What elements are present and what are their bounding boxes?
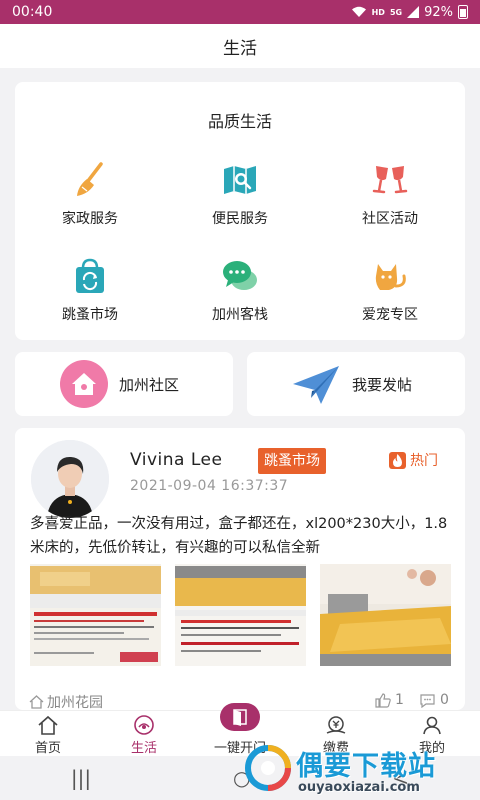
- tab-life[interactable]: 生活: [96, 711, 192, 757]
- watermark-text: 偶要下载站: [296, 751, 436, 782]
- grid-item-label: 社区活动: [362, 211, 418, 227]
- hot-label: 热门: [410, 453, 438, 469]
- tab-home[interactable]: 首页: [0, 711, 96, 757]
- grid-item-inn[interactable]: 加州客栈: [165, 256, 315, 336]
- thumbs-up-icon: [375, 692, 391, 708]
- fire-icon: [389, 451, 406, 469]
- grid-item-label: 跳蚤市场: [62, 307, 118, 323]
- new-post-button[interactable]: 我要发帖: [247, 352, 465, 416]
- hd-indicator: HD: [371, 7, 385, 17]
- wifi-icon: [351, 6, 366, 17]
- section-title: 品质生活: [207, 112, 272, 131]
- battery-percent: 92%: [424, 4, 453, 20]
- grid-item-housekeeping[interactable]: 家政服务: [15, 160, 165, 240]
- grid-item-flea-market[interactable]: 跳蚤市场: [15, 256, 165, 336]
- like-count: 1: [395, 692, 404, 708]
- wine-glasses-icon: [372, 166, 408, 194]
- house-icon: [60, 360, 108, 408]
- shopping-bag-icon: [76, 258, 104, 293]
- post-timestamp: 2021-09-04 16:37:37: [130, 478, 289, 494]
- grid-item-label: 家政服务: [62, 211, 118, 227]
- post-photo[interactable]: [320, 564, 451, 666]
- payment-icon: [326, 716, 346, 734]
- grid-item-label: 加州客栈: [212, 307, 268, 323]
- grid-item-pets[interactable]: 爱宠专区: [315, 256, 465, 336]
- battery-icon: [458, 5, 468, 19]
- status-time: 00:40: [12, 4, 53, 20]
- tab-label: 首页: [34, 741, 61, 756]
- recent-apps-icon[interactable]: |||: [71, 766, 91, 790]
- post-text: 多喜爱正品，一次没有用过，盒子都还在，xl200*230大小，1.8米床的，先低…: [30, 516, 448, 556]
- post-card[interactable]: Vivina Lee 跳蚤市场 热门 2021-09-04 16:37:37 多…: [15, 428, 465, 712]
- grid-item-label: 爱宠专区: [362, 307, 418, 323]
- comment-button[interactable]: 0: [419, 692, 449, 708]
- page-title: 生活: [223, 38, 257, 59]
- category-tag[interactable]: 跳蚤市场: [258, 448, 326, 474]
- top-nav: 生活: [0, 24, 480, 68]
- grid-item-convenience[interactable]: 便民服务: [165, 160, 315, 240]
- cat-icon: [375, 264, 406, 290]
- grid-item-community-activities[interactable]: 社区活动: [315, 160, 465, 240]
- map-icon: [224, 166, 256, 194]
- community-label: 加州社区: [119, 376, 180, 394]
- post-photo[interactable]: [175, 564, 306, 666]
- home-outline-icon: [29, 695, 44, 709]
- hot-badge: 热门: [389, 450, 438, 470]
- avatar[interactable]: [31, 440, 109, 518]
- watermark-url: ouyaoxiazai.com: [298, 780, 420, 795]
- life-icon: [134, 715, 154, 735]
- comment-icon: [420, 693, 435, 708]
- post-photo[interactable]: [30, 564, 161, 666]
- grid-item-label: 便民服务: [212, 211, 268, 227]
- watermark-logo: [245, 745, 291, 791]
- post-location: 加州花园: [29, 692, 103, 712]
- comment-count: 0: [440, 692, 449, 708]
- community-button[interactable]: 加州社区: [15, 352, 233, 416]
- door-icon: [233, 709, 247, 726]
- home-icon: [38, 715, 58, 735]
- chat-bubbles-icon: [223, 261, 257, 290]
- status-icons: HD 5G 92%: [351, 5, 468, 20]
- profile-icon: [423, 716, 441, 735]
- broom-icon: [77, 162, 103, 196]
- status-bar: 00:40 HD 5G 92%: [0, 0, 480, 24]
- open-door-button[interactable]: [220, 703, 260, 731]
- quality-life-card: 品质生活 家政服务 便民服务 社区活动 跳蚤市场 加州客栈 爱宠专区: [15, 82, 465, 340]
- paper-plane-icon: [293, 366, 339, 404]
- author-name[interactable]: Vivina Lee: [130, 450, 222, 470]
- network-indicator: 5G: [389, 7, 403, 17]
- signal-icon: [407, 6, 420, 18]
- new-post-label: 我要发帖: [352, 376, 413, 394]
- tab-label: 生活: [130, 741, 157, 756]
- watermark: 偶要下载站 ouyaoxiazai.com: [238, 742, 478, 800]
- like-button[interactable]: 1: [375, 692, 404, 708]
- location-label: 加州花园: [47, 695, 103, 711]
